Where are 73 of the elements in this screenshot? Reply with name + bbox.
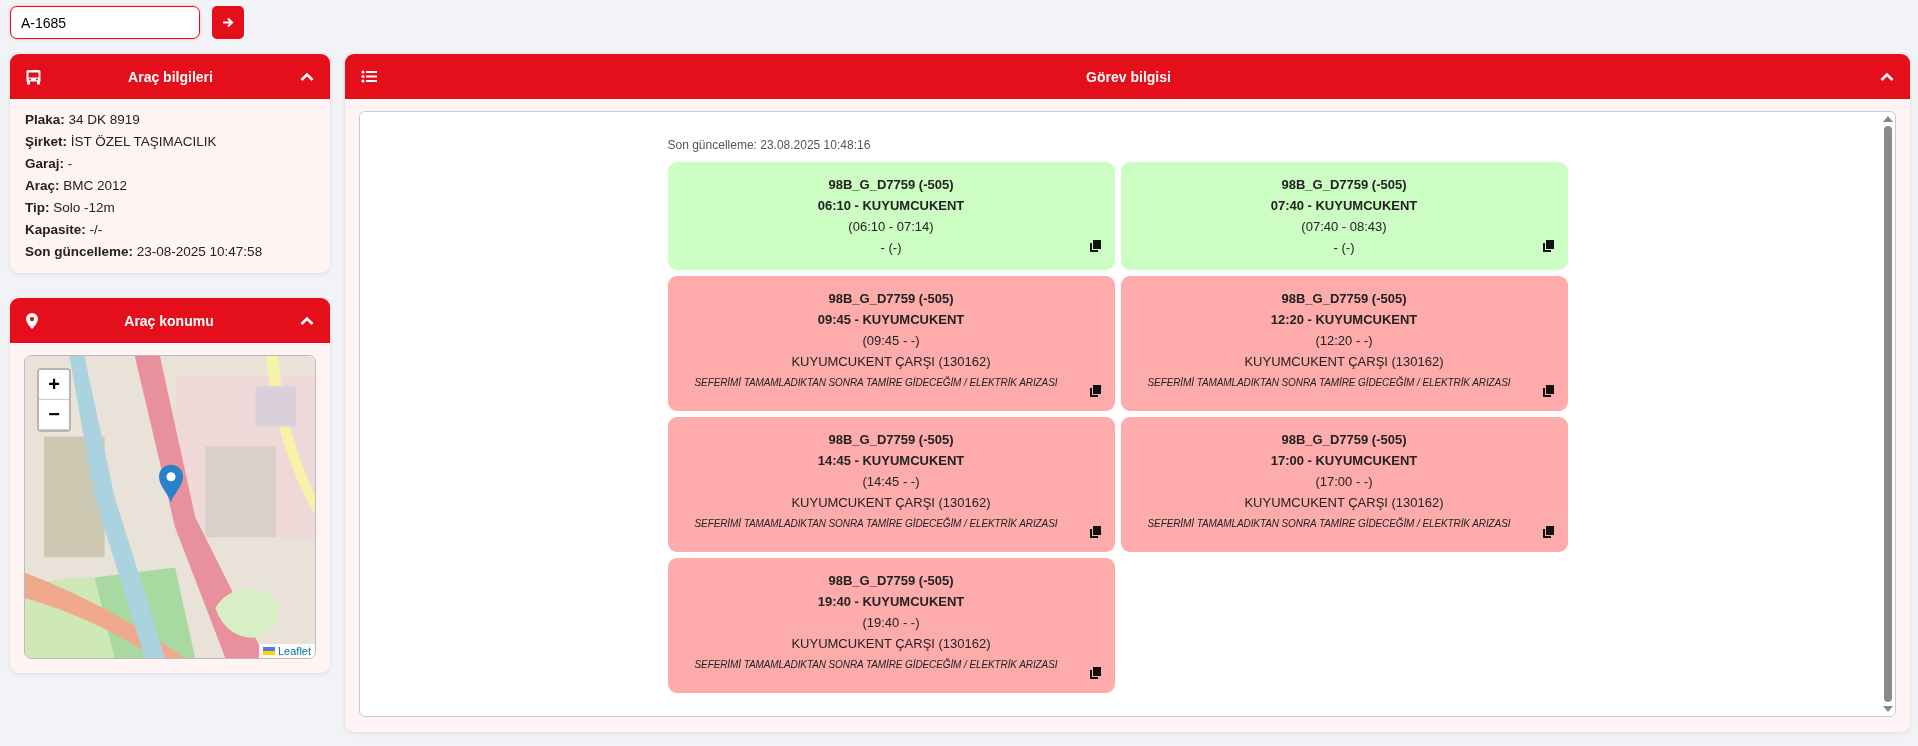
copy-button[interactable] xyxy=(1089,385,1101,397)
route-code: 98B_G_D7759 (-505) xyxy=(828,176,954,194)
panel-title: Araç konumu xyxy=(123,312,215,329)
time-range: (09:45 - -) xyxy=(862,332,920,350)
info-line: Şirket: İST ÖZEL TAŞIMACILIK xyxy=(25,133,218,151)
last-update-text: Son güncelleme: 23.08.2025 10:48:16 xyxy=(667,138,872,152)
panel-title: Araç bilgileri xyxy=(127,68,214,85)
fault-note: SEFERİMİ TAMAMLADIKTAN SONRA TAMİRE GİDECEĞİM / ELEKTRİK ARIZASI xyxy=(694,657,1059,672)
zoom-out-button[interactable]: − xyxy=(39,400,69,430)
chevron-up-icon[interactable] xyxy=(300,71,314,82)
fault-note: SEFERİMİ TAMAMLADIKTAN SONRA TAMİRE GİDECEĞİM / ELEKTRİK ARIZASI xyxy=(1147,516,1512,531)
zoom-in-button[interactable]: + xyxy=(39,370,69,400)
fault-note: SEFERİMİ TAMAMLADIKTAN SONRA TAMİRE GİDECEĞİM / ELEKTRİK ARIZASI xyxy=(694,375,1059,390)
trip-title: 14:45 - KUYUMCUKENT xyxy=(817,452,965,470)
stop-name: KUYUMCUKENT ÇARŞI (130162) xyxy=(791,494,991,512)
copy-icon xyxy=(1542,240,1554,252)
copy-icon xyxy=(1089,667,1101,679)
copy-icon xyxy=(1089,385,1101,397)
route-code: 98B_G_D7759 (-505) xyxy=(828,431,954,449)
trip-title: 06:10 - KUYUMCUKENT xyxy=(817,197,965,215)
copy-icon xyxy=(1542,385,1554,397)
stop-name: KUYUMCUKENT ÇARŞI (130162) xyxy=(791,635,991,653)
time-range: (12:20 - -) xyxy=(1315,332,1373,350)
copy-icon xyxy=(1542,526,1554,538)
copy-button[interactable] xyxy=(1089,526,1101,538)
scroll-up-arrow-icon[interactable] xyxy=(1883,116,1893,122)
info-line: Tip: Solo -12m xyxy=(25,199,116,217)
map-attribution-link[interactable]: Leaflet xyxy=(258,644,315,658)
route-code: 98B_G_D7759 (-505) xyxy=(828,290,954,308)
time-range: (06:10 - 07:14) xyxy=(848,218,934,236)
go-button[interactable] xyxy=(212,6,244,39)
time-range: (14:45 - -) xyxy=(862,473,920,491)
trip-title: 07:40 - KUYUMCUKENT xyxy=(1270,197,1418,215)
info-line: Son güncelleme: 23-08-2025 10:47:58 xyxy=(25,243,264,261)
copy-icon xyxy=(1089,240,1101,252)
bus-icon xyxy=(26,68,41,85)
chevron-up-icon[interactable] xyxy=(1880,71,1894,82)
fault-note: SEFERİMİ TAMAMLADIKTAN SONRA TAMİRE GİDECEĞİM / ELEKTRİK ARIZASI xyxy=(1147,375,1512,390)
vehicle-search-field[interactable]: A-1685 xyxy=(10,6,200,39)
time-range: (17:00 - -) xyxy=(1315,473,1373,491)
trip-title: 17:00 - KUYUMCUKENT xyxy=(1270,452,1418,470)
stop-name: - (-) xyxy=(880,239,902,257)
route-code: 98B_G_D7759 (-505) xyxy=(1281,290,1407,308)
info-line: Plaka: 34 DK 8919 xyxy=(25,111,141,129)
info-line: Kapasite: -/- xyxy=(25,221,104,239)
copy-icon xyxy=(1089,526,1101,538)
copy-button[interactable] xyxy=(1542,385,1554,397)
info-line: Garaj: - xyxy=(25,155,74,173)
info-line: Araç: BMC 2012 xyxy=(25,177,129,195)
route-code: 98B_G_D7759 (-505) xyxy=(1281,176,1407,194)
time-range: (07:40 - 08:43) xyxy=(1301,218,1387,236)
trip-title: 12:20 - KUYUMCUKENT xyxy=(1270,311,1418,329)
panel-title: Görev bilgisi xyxy=(1085,68,1172,85)
scroll-down-arrow-icon[interactable] xyxy=(1883,706,1893,712)
stop-name: KUYUMCUKENT ÇARŞI (130162) xyxy=(1244,494,1444,512)
map-pin-icon xyxy=(26,312,38,329)
trip-title: 19:40 - KUYUMCUKENT xyxy=(817,593,965,611)
fault-note: SEFERİMİ TAMAMLADIKTAN SONRA TAMİRE GİDECEĞİM / ELEKTRİK ARIZASI xyxy=(694,516,1059,531)
list-icon xyxy=(361,70,377,83)
route-code: 98B_G_D7759 (-505) xyxy=(828,572,954,590)
copy-button[interactable] xyxy=(1542,526,1554,538)
stop-name: - (-) xyxy=(1333,239,1355,257)
chevron-up-icon[interactable] xyxy=(300,315,314,326)
copy-button[interactable] xyxy=(1542,240,1554,252)
stop-name: KUYUMCUKENT ÇARŞI (130162) xyxy=(791,353,991,371)
stop-name: KUYUMCUKENT ÇARŞI (130162) xyxy=(1244,353,1444,371)
copy-button[interactable] xyxy=(1089,667,1101,679)
copy-button[interactable] xyxy=(1089,240,1101,252)
flag-icon xyxy=(262,647,275,655)
arrow-right-icon xyxy=(222,17,234,28)
time-range: (19:40 - -) xyxy=(862,614,920,632)
trip-title: 09:45 - KUYUMCUKENT xyxy=(817,311,965,329)
route-code: 98B_G_D7759 (-505) xyxy=(1281,431,1407,449)
